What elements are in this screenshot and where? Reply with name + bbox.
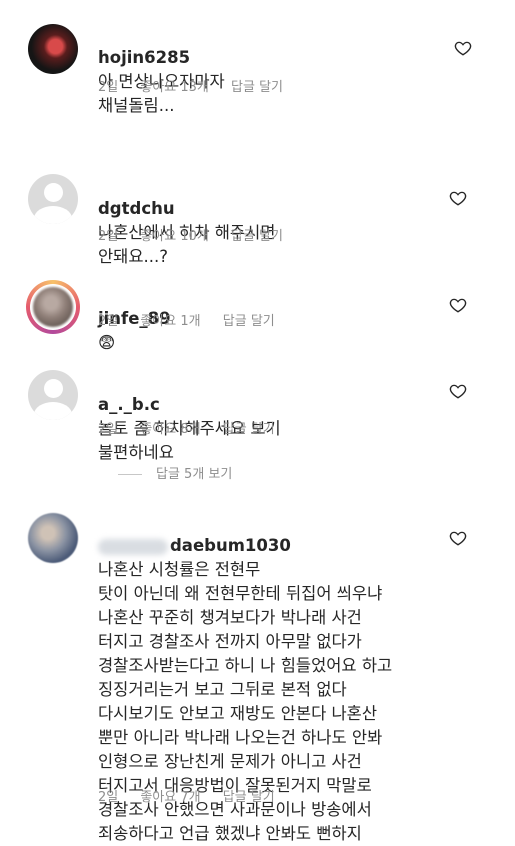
avatar[interactable]	[28, 370, 78, 420]
timestamp: 2일	[98, 80, 119, 95]
comment-meta: 2일 좋아요 13개 답글 달기	[98, 79, 301, 97]
comment-meta: 2일 좋아요 8개 답글 달기	[98, 421, 293, 439]
reply-button[interactable]: 답글 달기	[223, 790, 275, 805]
heart-outline-icon[interactable]	[449, 296, 467, 314]
comment-meta: 2일 좋아요 7개 답글 달기	[98, 789, 293, 807]
avatar[interactable]	[28, 24, 78, 74]
heart-outline-icon[interactable]	[449, 382, 467, 400]
blurred-username-overlay	[98, 538, 168, 555]
like-count[interactable]: 좋아요 13개	[140, 80, 209, 95]
comment-meta: 2일 좋아요 1개 답글 달기	[98, 313, 293, 331]
avatar[interactable]	[26, 280, 80, 334]
view-replies-button[interactable]: 답글 5개 보기	[118, 466, 232, 484]
heart-outline-icon[interactable]	[454, 39, 472, 57]
comment-meta: 2일 좋아요 10개 답글 달기	[98, 228, 301, 246]
comment-body: dgtdchu 나혼산에서 하차 해주시면 안돼요...?	[98, 173, 458, 269]
avatar[interactable]	[28, 513, 78, 563]
like-count[interactable]: 좋아요 10개	[140, 229, 209, 244]
view-replies-label: 답글 5개 보기	[156, 467, 233, 482]
username[interactable]: a_._b.c	[98, 395, 160, 414]
timestamp: 2일	[98, 790, 119, 805]
timestamp: 2일	[98, 229, 119, 244]
like-count[interactable]: 좋아요 7개	[140, 790, 200, 805]
comment-body: a_._b.c 놀토 좀 하차해주세요 보기 불편하네요	[98, 369, 458, 465]
comment-body: hojin6285 아 면상나오자마자 채널돌림...	[98, 22, 458, 118]
username[interactable]: daebum1030	[170, 536, 291, 555]
reply-button[interactable]: 답글 달기	[231, 80, 283, 95]
like-count[interactable]: 좋아요 1개	[140, 314, 200, 329]
reply-button[interactable]: 답글 달기	[231, 229, 283, 244]
username[interactable]: hojin6285	[98, 48, 190, 67]
timestamp: 2일	[98, 314, 119, 329]
avatar[interactable]	[28, 174, 78, 224]
heart-outline-icon[interactable]	[449, 529, 467, 547]
reply-button[interactable]: 답글 달기	[223, 422, 275, 437]
reply-button[interactable]: 답글 달기	[223, 314, 275, 329]
emoji-reaction: 😨	[98, 333, 116, 352]
like-count[interactable]: 좋아요 8개	[140, 422, 200, 437]
heart-outline-icon[interactable]	[449, 189, 467, 207]
username[interactable]: dgtdchu	[98, 199, 175, 218]
timestamp: 2일	[98, 422, 119, 437]
replies-divider	[118, 474, 142, 475]
